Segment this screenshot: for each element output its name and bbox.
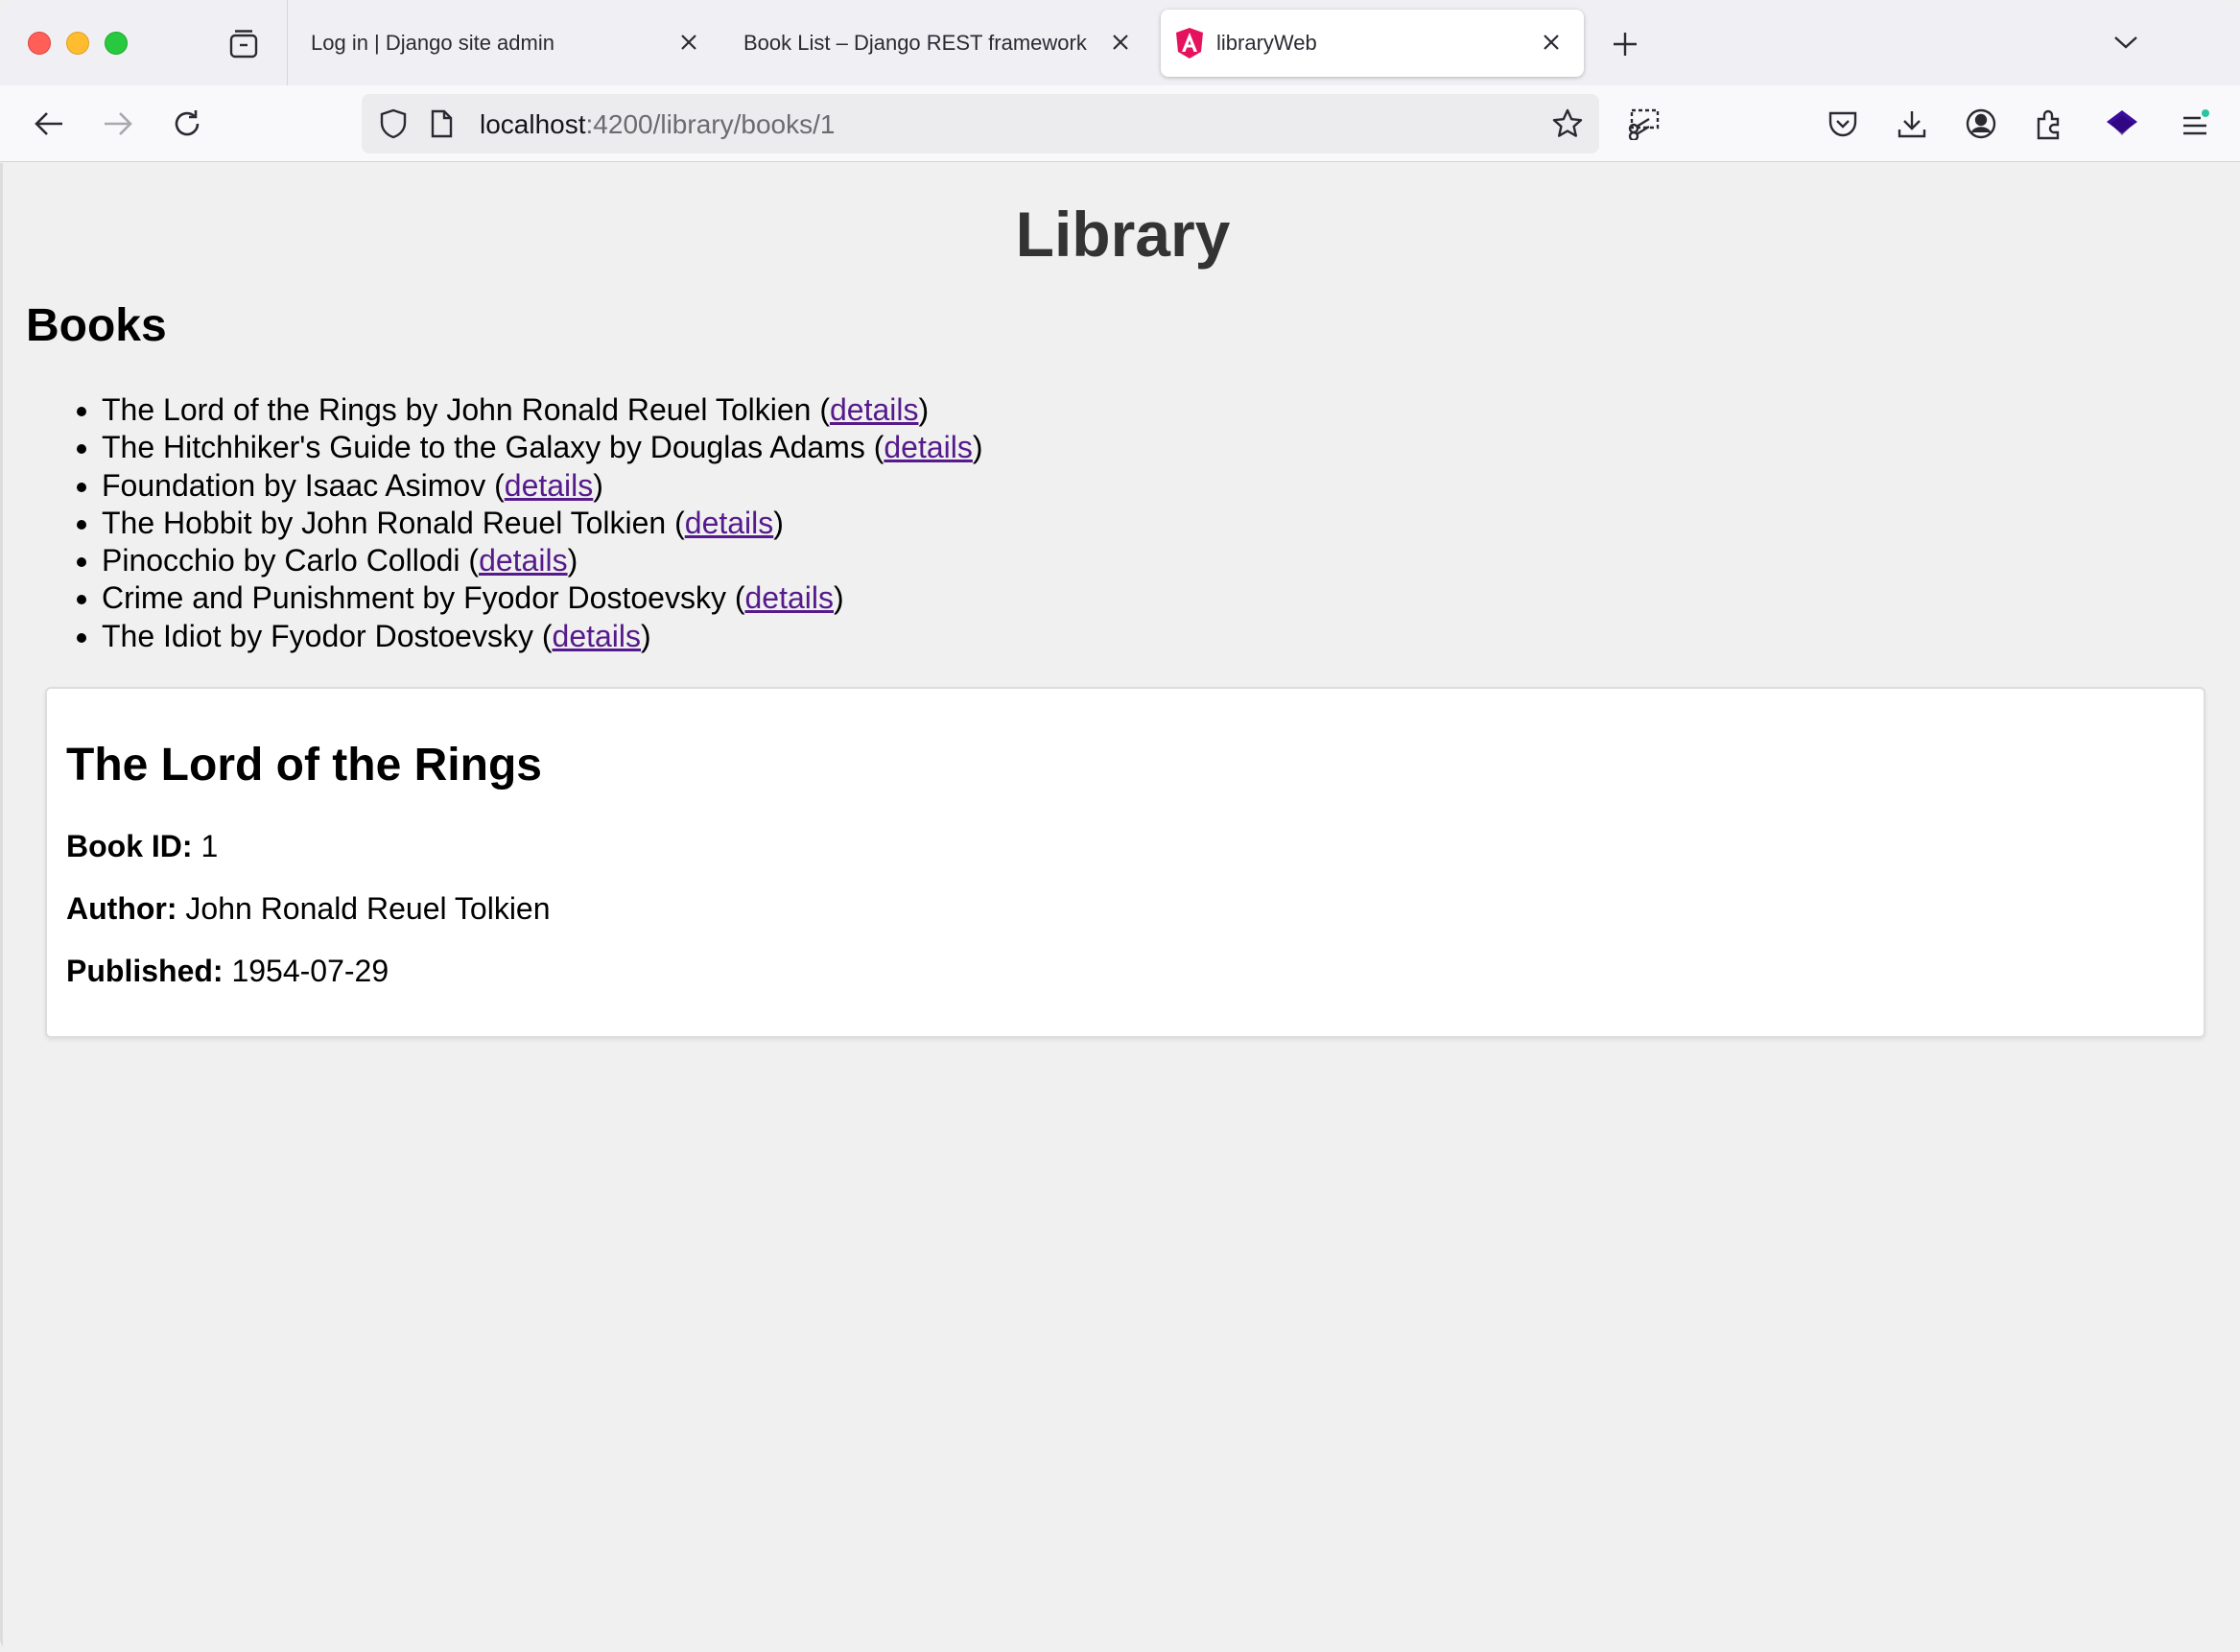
details-link[interactable]: details — [479, 543, 568, 578]
list-item: The Hobbit by John Ronald Reuel Tolkien … — [102, 505, 983, 542]
book-list: The Lord of the Rings by John Ronald Reu… — [102, 391, 983, 655]
published-value: 1954-07-29 — [231, 954, 389, 988]
new-tab-plus-icon[interactable] — [1608, 27, 1642, 61]
list-item: Pinocchio by Carlo Collodi (details) — [102, 542, 983, 579]
published-label: Published: — [66, 954, 224, 988]
close-tab-icon[interactable] — [672, 25, 706, 59]
screenshot-icon[interactable] — [1622, 103, 1664, 145]
author-value: John Ronald Reuel Tolkien — [185, 891, 551, 926]
details-link[interactable]: details — [553, 619, 642, 653]
reload-icon[interactable] — [166, 103, 208, 145]
book-id-row: Book ID: 1 — [66, 829, 218, 864]
tab-overview-icon[interactable] — [226, 27, 261, 61]
forward-arrow-icon[interactable] — [97, 103, 139, 145]
book-text: The Idiot by Fyodor Dostoevsky — [102, 618, 533, 653]
list-item: The Hitchhiker's Guide to the Galaxy by … — [102, 429, 983, 466]
tab-label: Book List – Django REST framework — [743, 31, 1087, 55]
list-item: Foundation by Isaac Asimov (details) — [102, 467, 983, 505]
details-link[interactable]: details — [830, 392, 919, 427]
list-item: Crime and Punishment by Fyodor Dostoevsk… — [102, 579, 983, 617]
book-detail-card: The Lord of the Rings Book ID: 1 Author:… — [45, 687, 2205, 1038]
tab-label: Log in | Django site admin — [311, 31, 554, 55]
page-icon[interactable] — [427, 106, 456, 142]
zoom-window-button[interactable] — [105, 32, 128, 55]
minimize-window-button[interactable] — [66, 32, 89, 55]
star-icon[interactable] — [1547, 104, 1588, 144]
url-text[interactable]: localhost:4200/library/books/1 — [480, 109, 835, 140]
tab-book-list[interactable]: Book List – Django REST framework — [721, 10, 1159, 77]
book-text: Foundation by Isaac Asimov — [102, 467, 486, 503]
book-text: Crime and Punishment by Fyodor Dostoevsk… — [102, 580, 726, 616]
extensions-icon[interactable] — [2029, 103, 2071, 145]
book-text: The Lord of the Rings by John Ronald Reu… — [102, 392, 812, 427]
details-link[interactable]: details — [744, 580, 834, 615]
tab-libraryweb[interactable]: libraryWeb — [1161, 10, 1584, 77]
published-row: Published: 1954-07-29 — [66, 954, 389, 989]
close-window-button[interactable] — [28, 32, 51, 55]
list-item: The Idiot by Fyodor Dostoevsky (details) — [102, 618, 983, 655]
book-id-value: 1 — [200, 829, 219, 863]
angular-favicon-icon — [1174, 27, 1205, 59]
browser-window: Log in | Django site admin Book List – D… — [0, 0, 2240, 1652]
address-bar[interactable]: localhost:4200/library/books/1 — [362, 94, 1599, 153]
close-tab-icon[interactable] — [1534, 25, 1568, 59]
books-heading: Books — [26, 300, 167, 351]
account-icon[interactable] — [1960, 103, 2002, 145]
details-link[interactable]: details — [884, 430, 973, 464]
shield-icon[interactable] — [375, 106, 412, 142]
details-link[interactable]: details — [505, 468, 594, 503]
stack-extension-icon[interactable] — [2101, 103, 2143, 145]
close-tab-icon[interactable] — [1103, 25, 1138, 59]
book-text: The Hobbit by John Ronald Reuel Tolkien — [102, 505, 667, 540]
pocket-icon[interactable] — [1822, 103, 1864, 145]
menu-icon[interactable] — [2174, 103, 2216, 145]
list-item: The Lord of the Rings by John Ronald Reu… — [102, 391, 983, 429]
tab-django-admin[interactable]: Log in | Django site admin — [288, 10, 721, 77]
back-arrow-icon[interactable] — [28, 103, 70, 145]
book-text: Pinocchio by Carlo Collodi — [102, 543, 460, 578]
page-content: Library Books The Lord of the Rings by J… — [0, 163, 2240, 1652]
download-icon[interactable] — [1891, 103, 1933, 145]
details-link[interactable]: details — [685, 506, 774, 540]
tab-label: libraryWeb — [1216, 31, 1317, 55]
site-title: Library — [1015, 199, 1231, 270]
book-text: The Hitchhiker's Guide to the Galaxy by … — [102, 430, 865, 465]
author-label: Author: — [66, 891, 177, 926]
tab-strip: Log in | Django site admin Book List – D… — [0, 0, 2240, 85]
navigation-toolbar: localhost:4200/library/books/1 — [0, 85, 2240, 162]
chevron-down-icon[interactable] — [2109, 25, 2143, 59]
author-row: Author: John Ronald Reuel Tolkien — [66, 891, 551, 927]
book-detail-title: The Lord of the Rings — [66, 740, 542, 791]
book-id-label: Book ID: — [66, 829, 193, 863]
